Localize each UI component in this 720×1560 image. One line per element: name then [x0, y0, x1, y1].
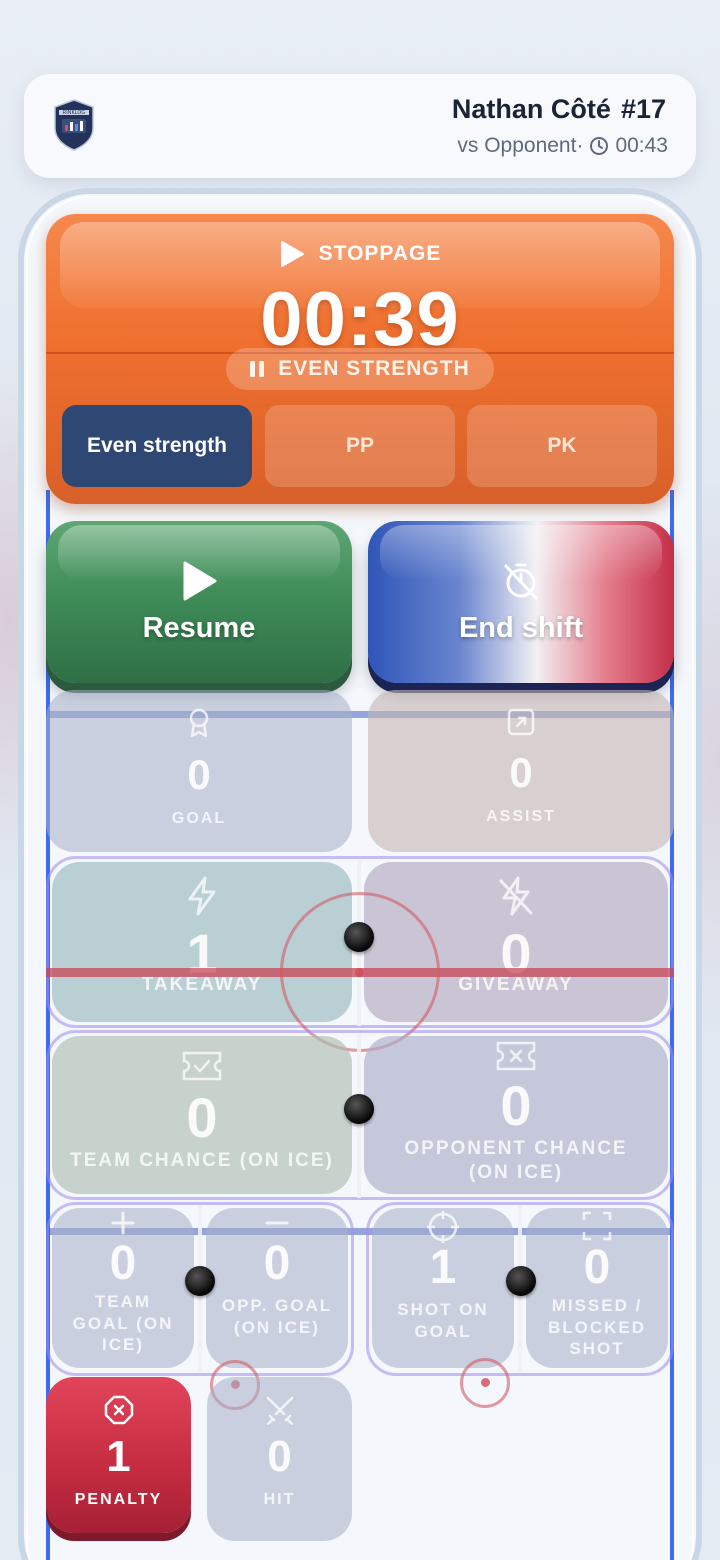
shot-on-goal-tile[interactable]: 1 SHOT ON GOAL [372, 1208, 514, 1368]
resume-label: Resume [142, 611, 256, 644]
missed-shot-label-1: MISSED / [551, 1296, 643, 1315]
team-chance-value: 0 [186, 1086, 218, 1149]
rinklog-logo: RINKLOG [52, 98, 96, 152]
puck [344, 922, 374, 952]
play-icon [279, 240, 305, 268]
goal-value: 0 [187, 751, 211, 798]
puck [185, 1266, 215, 1296]
lightning-off-icon [496, 876, 536, 916]
hit-value: 0 [267, 1432, 292, 1481]
opponent-label: vs Opponent· [457, 134, 584, 157]
goal-tile[interactable]: 0 GOAL [46, 690, 352, 852]
assist-label: ASSIST [486, 808, 556, 825]
team-chance-label: TEAM CHANCE (ON ICE) [70, 1150, 334, 1171]
opponent-chance-value: 0 [500, 1074, 532, 1137]
opp-goal-label-2: (ON ICE) [234, 1317, 320, 1337]
team-goal-value: 0 [109, 1237, 137, 1290]
lightning-icon [185, 876, 219, 916]
segment-even-strength[interactable]: Even strength [62, 405, 252, 487]
plus-icon [110, 1210, 136, 1236]
puck [344, 1094, 374, 1124]
svg-text:RINKLOG: RINKLOG [63, 110, 86, 116]
missed-blocked-shot-tile[interactable]: 0 MISSED / BLOCKED SHOT [526, 1208, 668, 1368]
puck [506, 1266, 536, 1296]
strength-chip-label: EVEN STRENGTH [278, 357, 470, 380]
end-shift-button[interactable]: End shift [368, 521, 674, 683]
elapsed-time: 00:43 [615, 134, 668, 157]
minus-icon [264, 1210, 290, 1236]
takeaway-label: TAKEAWAY [141, 974, 263, 995]
opponent-chance-label-1: OPPONENT CHANCE [404, 1138, 628, 1159]
assist-value: 0 [509, 749, 533, 796]
stoppage-panel: STOPPAGE 00:39 EVEN STRENGTH Even streng… [46, 214, 674, 504]
team-goal-tile[interactable]: 0 TEAM GOAL (ON ICE) [52, 1208, 194, 1368]
penalty-label: PENALTY [74, 1491, 163, 1508]
team-goal-label-2: GOAL (ON [72, 1313, 174, 1333]
award-icon [186, 708, 212, 738]
center-dot [355, 968, 364, 977]
shot-on-goal-label-1: SHOT ON [397, 1300, 489, 1319]
goal-label: GOAL [171, 810, 227, 827]
hit-tile[interactable]: 0 HIT [207, 1377, 352, 1541]
strength-chip: EVEN STRENGTH [226, 348, 494, 390]
frame-icon [581, 1210, 613, 1242]
end-shift-label: End shift [458, 611, 584, 644]
crosshair-icon [426, 1210, 460, 1244]
player-name-line: Nathan Côté #17 [452, 94, 666, 125]
opp-goal-tile[interactable]: 0 OPP. GOAL (ON ICE) [206, 1208, 348, 1368]
opp-goal-label-1: OPP. GOAL [221, 1296, 333, 1315]
shot-on-goal-value: 1 [429, 1241, 457, 1294]
octagon-x-icon [104, 1395, 134, 1425]
team-goal-label-1: TEAM [94, 1292, 152, 1311]
penalty-value: 1 [106, 1432, 131, 1481]
segment-pk[interactable]: PK [467, 405, 657, 487]
assist-tile[interactable]: 0 ASSIST [368, 690, 674, 852]
player-name: Nathan Côté [451, 94, 611, 124]
ticket-x-icon [495, 1040, 537, 1072]
player-number: #17 [620, 94, 666, 124]
missed-shot-value: 0 [583, 1241, 611, 1294]
share-icon [507, 708, 535, 736]
opp-goal-value: 0 [263, 1237, 291, 1290]
team-chance-tile[interactable]: 0 TEAM CHANCE (ON ICE) [52, 1036, 352, 1194]
missed-shot-label-3: SHOT [569, 1339, 625, 1359]
faceoff-dot [481, 1378, 490, 1387]
missed-shot-label-2: BLOCKED [547, 1317, 647, 1337]
segment-pp[interactable]: PP [265, 405, 455, 487]
ticket-check-icon [181, 1050, 223, 1082]
team-goal-label-3: ICE) [102, 1335, 144, 1355]
clock-icon [589, 136, 609, 156]
hit-label: HIT [263, 1491, 296, 1508]
stoppage-label: STOPPAGE [318, 242, 442, 265]
resume-button[interactable]: Resume [46, 521, 352, 683]
pause-icon [250, 361, 265, 377]
penalty-tile[interactable]: 1 PENALTY [46, 1377, 191, 1533]
shot-on-goal-label-2: GOAL [414, 1321, 472, 1341]
giveaway-label: GIVEAWAY [458, 974, 574, 995]
player-header: RINKLOG Nathan Côté #17 vs Opponent· 00:4… [24, 74, 696, 178]
game-info: vs Opponent· 00:43 [457, 134, 668, 158]
opponent-chance-tile[interactable]: 0 OPPONENT CHANCE (ON ICE) [364, 1036, 668, 1194]
opponent-chance-label-2: (ON ICE) [468, 1161, 564, 1183]
stoppage-status: STOPPAGE [46, 240, 674, 268]
swords-icon [265, 1395, 295, 1425]
